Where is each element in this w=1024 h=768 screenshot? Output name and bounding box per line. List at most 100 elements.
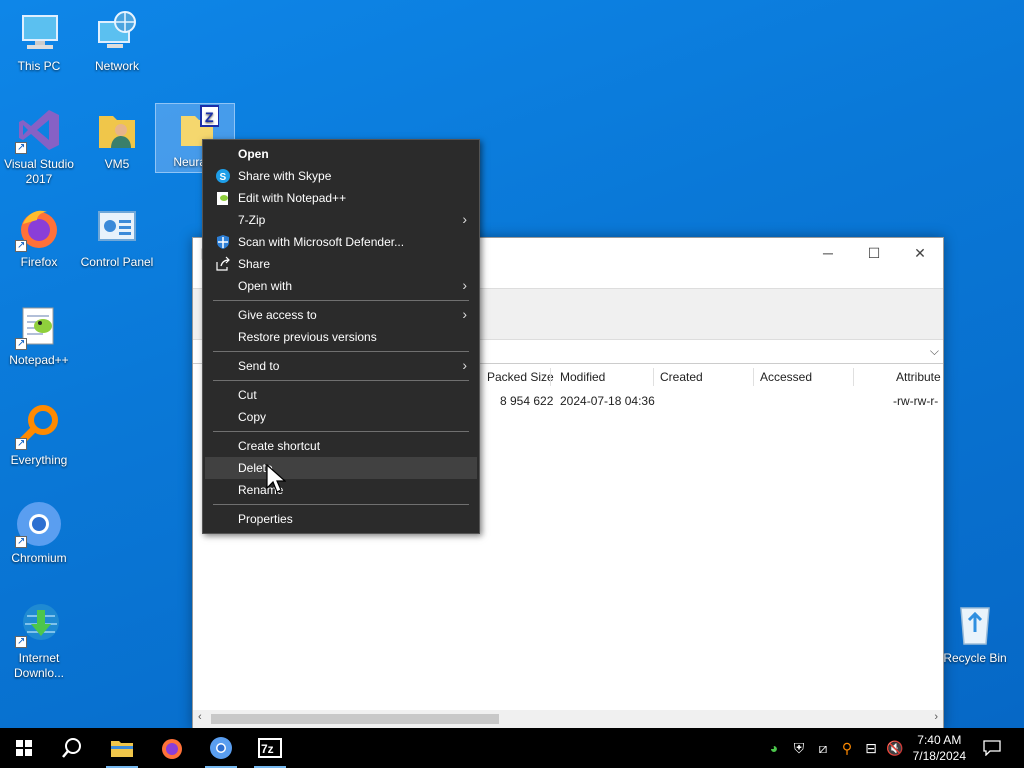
search-icon: [62, 738, 81, 758]
desktop-icon-label: Chromium: [11, 551, 67, 565]
taskbar-clock[interactable]: 7:40 AM 7/18/2024: [913, 732, 966, 764]
desktop-icon-visual-studio[interactable]: Visual Studio 2017: [0, 106, 78, 187]
menu-item-delete[interactable]: Delete: [205, 457, 477, 479]
desktop-icon-label: VM5: [104, 157, 130, 171]
everything-tray-icon[interactable]: ⚲: [838, 740, 856, 756]
computer-icon: [15, 8, 63, 56]
notifications-button[interactable]: [970, 728, 1014, 768]
menu-item-edit-with-notepadpp[interactable]: Edit with Notepad++: [205, 187, 477, 209]
defender-shield-icon: [215, 234, 231, 250]
column-packed-size[interactable]: Packed Size: [487, 370, 554, 384]
volume-muted-icon[interactable]: 🔇: [886, 740, 904, 756]
column-accessed[interactable]: Accessed: [760, 370, 812, 384]
menu-item-share-with-skype[interactable]: S Share with Skype: [205, 165, 477, 187]
menu-item-properties[interactable]: Properties: [205, 508, 477, 530]
maximize-button[interactable]: ☐: [851, 242, 897, 264]
menu-item-7zip[interactable]: 7-Zip ›: [205, 209, 477, 231]
menu-item-send-to[interactable]: Send to ›: [205, 355, 477, 377]
shortcut-arrow-icon: [15, 238, 27, 253]
column-modified[interactable]: Modified: [560, 370, 605, 384]
shortcut-arrow-icon: [15, 534, 27, 549]
menu-item-create-shortcut[interactable]: Create shortcut: [205, 435, 477, 457]
menu-item-restore-previous-versions[interactable]: Restore previous versions: [205, 326, 477, 348]
clock-date: 7/18/2024: [912, 749, 966, 763]
menu-separator: [213, 300, 469, 301]
notepadpp-icon: [215, 190, 231, 206]
menu-item-rename[interactable]: Rename: [205, 479, 477, 501]
mouse-cursor-icon: [266, 463, 287, 494]
network-icon: [93, 8, 141, 56]
desktop-icon-this-pc[interactable]: This PC: [0, 8, 78, 74]
scroll-right-icon[interactable]: ›: [934, 711, 938, 723]
internet-download-manager-icon: [15, 600, 63, 649]
share-icon: [215, 256, 231, 272]
desktop-icon-internet-download[interactable]: Internet Downlo...: [0, 600, 78, 681]
desktop-icon-label: Internet Downlo...: [13, 651, 65, 680]
chromium-icon: [210, 737, 232, 759]
menu-item-scan-defender[interactable]: Scan with Microsoft Defender...: [205, 231, 477, 253]
svg-text:S: S: [220, 172, 227, 183]
desktop-icon-vm5[interactable]: VM5: [78, 106, 156, 172]
recycle-bin-icon: [951, 600, 999, 648]
chevron-right-icon: ›: [462, 277, 467, 293]
menu-separator: [213, 351, 469, 352]
menu-item-open[interactable]: Open: [205, 143, 477, 165]
clock-time: 7:40 AM: [917, 733, 962, 747]
scroll-left-icon[interactable]: ‹: [198, 711, 202, 723]
windows-logo-icon: [16, 740, 32, 756]
svg-text:7z: 7z: [261, 742, 274, 756]
desktop-icon-label: Recycle Bin: [943, 651, 1007, 665]
start-button[interactable]: [0, 728, 48, 768]
minimize-button[interactable]: ─: [805, 242, 851, 264]
taskbar-file-explorer[interactable]: [98, 728, 146, 768]
desktop-icon-label: Visual Studio 2017: [4, 157, 74, 186]
menu-item-give-access-to[interactable]: Give access to ›: [205, 304, 477, 326]
ethernet-tray-icon[interactable]: ⊟: [862, 740, 880, 756]
visual-studio-icon: [15, 106, 63, 155]
desktop-icon-label: This PC: [17, 59, 61, 73]
chevron-down-icon[interactable]: ⌵: [930, 344, 939, 359]
shortcut-arrow-icon: [15, 436, 27, 451]
7zip-icon: 7z: [258, 738, 282, 758]
network-tray-icon[interactable]: ⧄: [814, 740, 832, 756]
shortcut-arrow-icon: [15, 140, 27, 155]
menu-item-open-with[interactable]: Open with ›: [205, 275, 477, 297]
firefox-icon: [15, 204, 63, 253]
firefox-icon: [162, 739, 182, 759]
edge-update-tray-icon[interactable]: ◕: [765, 740, 783, 756]
notification-icon: [983, 740, 1001, 756]
menu-separator: [213, 504, 469, 505]
menu-item-share[interactable]: Share: [205, 253, 477, 275]
search-button[interactable]: [48, 728, 96, 768]
chevron-right-icon: ›: [462, 211, 467, 227]
desktop-icon-label: Everything: [10, 453, 68, 467]
desktop-icon-network[interactable]: Network: [78, 8, 156, 74]
taskbar-firefox[interactable]: [148, 728, 196, 768]
close-button[interactable]: ✕: [897, 242, 943, 264]
cell-packed-size: 8 954 622: [500, 394, 554, 408]
chromium-icon: [15, 500, 63, 549]
desktop-icon-label: Network: [94, 59, 139, 73]
desktop-icon-firefox[interactable]: Firefox: [0, 204, 78, 270]
svg-text:Z: Z: [205, 109, 214, 125]
control-panel-icon: [93, 204, 141, 252]
shortcut-arrow-icon: [15, 634, 27, 649]
everything-search-icon: [15, 402, 63, 451]
scrollbar-thumb[interactable]: [211, 714, 499, 724]
folder-icon: [111, 741, 133, 757]
desktop-icon-chromium[interactable]: Chromium: [0, 500, 78, 566]
taskbar-7zip[interactable]: 7z: [246, 728, 294, 768]
horizontal-scrollbar[interactable]: ‹ ›: [193, 710, 943, 728]
defender-shield-tray-icon[interactable]: ⛨: [790, 740, 808, 756]
column-attributes[interactable]: Attribute: [896, 370, 941, 384]
menu-item-cut[interactable]: Cut: [205, 384, 477, 406]
desktop-icon-everything[interactable]: Everything: [0, 402, 78, 468]
chevron-right-icon: ›: [462, 357, 467, 373]
desktop-icon-label: Firefox: [20, 255, 58, 269]
desktop-icon-notepadpp[interactable]: Notepad++: [0, 302, 78, 368]
desktop-icon-control-panel[interactable]: Control Panel: [78, 204, 156, 270]
taskbar-chromium[interactable]: [197, 728, 245, 768]
column-created[interactable]: Created: [660, 370, 703, 384]
desktop-icon-recycle-bin[interactable]: Recycle Bin: [936, 600, 1014, 666]
menu-item-copy[interactable]: Copy: [205, 406, 477, 428]
